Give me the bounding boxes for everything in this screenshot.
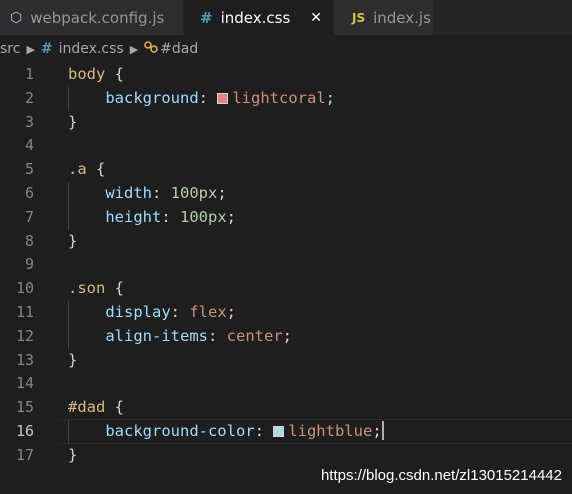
code-line: 2 background: lightcoral; xyxy=(0,87,572,111)
code-line: 8 } xyxy=(0,230,572,254)
css-selector: .a xyxy=(68,160,87,179)
css-value: lightblue xyxy=(288,421,373,440)
css-property: background xyxy=(105,88,199,107)
line-number: 5 xyxy=(24,160,34,179)
text-cursor xyxy=(381,420,384,440)
code-line: 5 .a { xyxy=(0,158,572,182)
close-icon[interactable]: ✕ xyxy=(310,10,322,26)
code-line: 7 height: 100px; xyxy=(0,206,572,230)
css-hash-icon: # xyxy=(200,8,213,27)
line-number: 13 xyxy=(15,350,34,369)
tab-label: index.js xyxy=(373,8,431,27)
code-line: 17 } xyxy=(0,444,572,468)
css-value: 100px xyxy=(180,207,227,226)
selector-symbol-icon xyxy=(144,41,158,57)
code-line: 1 body { xyxy=(0,63,572,87)
line-number: 9 xyxy=(24,255,34,274)
editor-tab-bar: ⬡ webpack.config.js # index.css ✕ JS ind… xyxy=(0,0,572,35)
code-editor[interactable]: 1 body { 2 background: lightcoral; 3 } 4… xyxy=(0,63,572,468)
color-swatch[interactable] xyxy=(217,92,229,104)
tab-label: webpack.config.js xyxy=(30,8,165,27)
css-property: width xyxy=(105,183,152,202)
tab-webpack-config[interactable]: ⬡ webpack.config.js xyxy=(0,0,184,35)
tab-index-css[interactable]: # index.css ✕ xyxy=(184,0,334,35)
js-icon: JS xyxy=(352,10,366,25)
line-number: 7 xyxy=(24,207,34,226)
line-number: 2 xyxy=(24,88,34,107)
code-line: 11 display: flex; xyxy=(0,301,572,325)
css-value: lightcoral xyxy=(232,88,326,107)
tab-label: index.css xyxy=(220,8,291,27)
css-value: center xyxy=(226,326,283,345)
css-value: 100px xyxy=(170,183,218,202)
code-line: 13 } xyxy=(0,349,572,373)
line-number-active: 16 xyxy=(15,421,34,440)
code-line: 15 #dad { xyxy=(0,396,572,420)
css-hash-icon: # xyxy=(40,41,53,57)
breadcrumb-file[interactable]: index.css xyxy=(59,41,124,57)
code-line: 4 xyxy=(0,134,572,158)
code-line-current: 16 background-color: lightblue; xyxy=(0,420,572,444)
line-number: 8 xyxy=(24,231,34,250)
webpack-icon: ⬡ xyxy=(10,9,23,26)
code-line: 6 width: 100px; xyxy=(0,182,572,206)
line-number: 15 xyxy=(15,398,34,417)
code-line: 10 .son { xyxy=(0,277,572,301)
css-property: background-color xyxy=(105,421,255,440)
css-property: align-items xyxy=(105,326,208,345)
line-number: 10 xyxy=(15,279,34,298)
line-number: 14 xyxy=(15,374,34,393)
line-number: 17 xyxy=(15,445,34,464)
code-line: 12 align-items: center; xyxy=(0,325,572,349)
css-value: flex xyxy=(189,302,227,321)
css-selector: #dad xyxy=(68,398,106,417)
line-number: 6 xyxy=(24,183,34,202)
breadcrumb-folder[interactable]: src xyxy=(0,41,20,57)
code-line: 3 } xyxy=(0,111,572,135)
css-property: display xyxy=(105,302,171,321)
line-number: 3 xyxy=(24,112,34,131)
css-property: height xyxy=(105,207,162,226)
breadcrumb-selector[interactable]: #dad xyxy=(160,41,198,57)
color-swatch[interactable] xyxy=(273,425,285,437)
tab-index-js[interactable]: JS index.js xyxy=(334,0,434,35)
chevron-right-icon: ▶ xyxy=(26,42,35,56)
code-line: 14 xyxy=(0,372,572,396)
line-number: 11 xyxy=(15,302,34,321)
line-number: 12 xyxy=(15,326,34,345)
css-selector: body xyxy=(68,65,106,83)
code-line: 9 xyxy=(0,253,572,277)
line-number: 4 xyxy=(24,136,34,155)
line-number: 1 xyxy=(24,65,34,83)
watermark-url: https://blog.csdn.net/zl13015214442 xyxy=(320,467,562,484)
chevron-right-icon: ▶ xyxy=(129,42,139,56)
css-selector: .son xyxy=(68,279,106,298)
breadcrumb: src ▶ # index.css ▶ #dad xyxy=(0,38,572,60)
